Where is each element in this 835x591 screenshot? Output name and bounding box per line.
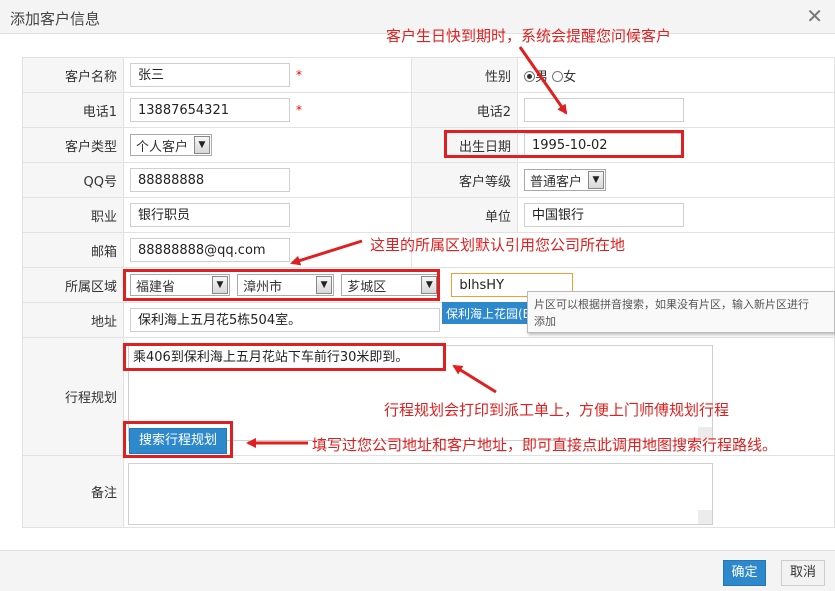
annotation-arrows <box>246 46 568 448</box>
cancel-button[interactable]: 取消 <box>781 560 825 586</box>
ok-button[interactable]: 确定 <box>723 560 766 586</box>
route-arrow <box>452 364 497 394</box>
region-arrow <box>290 239 363 266</box>
birthday-arrow <box>518 46 568 115</box>
dialog-footer <box>0 550 835 591</box>
